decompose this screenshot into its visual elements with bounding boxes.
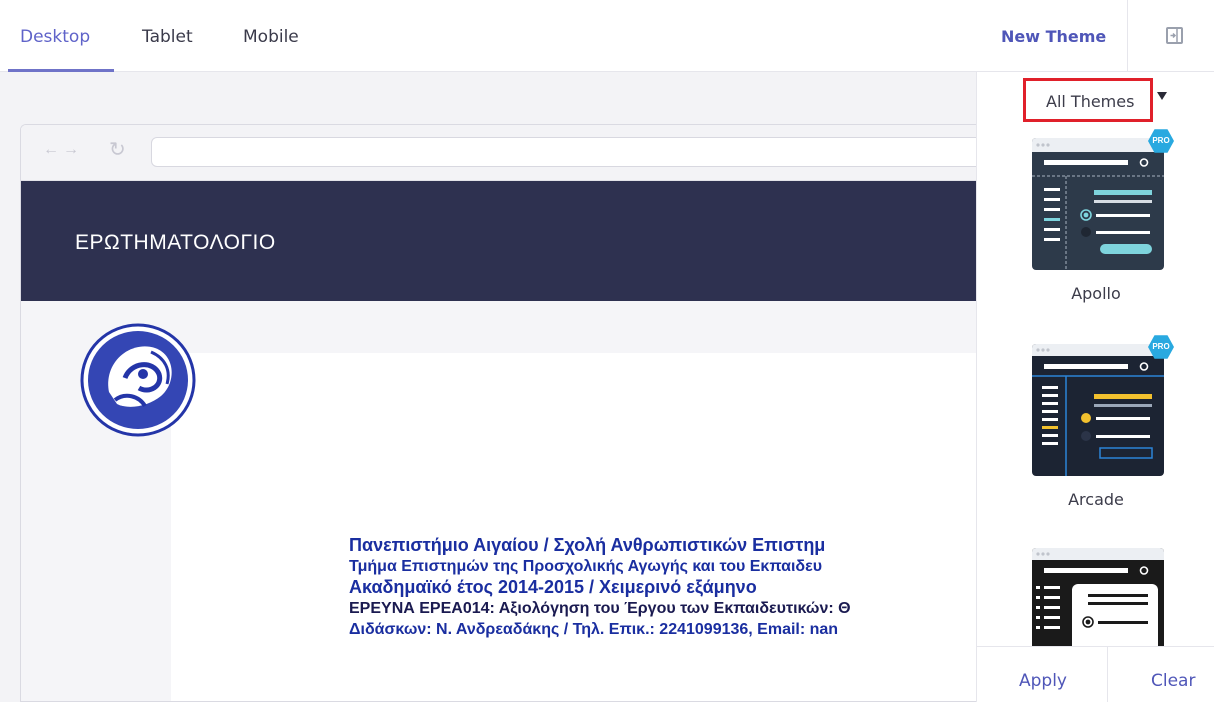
apply-button[interactable]: Apply (1019, 671, 1067, 691)
tab-tablet[interactable]: Tablet (142, 27, 193, 47)
panel-collapse-icon[interactable] (1166, 27, 1183, 44)
forward-arrow-icon: → (63, 141, 83, 158)
document-line: Τμήμα Επιστημών της Προσχολικής Αγωγής κ… (349, 558, 823, 575)
theme-panel: All Themes PRO Apollo PRO Arcade Apply C… (976, 72, 1214, 702)
divider (1107, 647, 1108, 702)
form-title: ΕΡΩΤΗΜΑΤΟΛΟΓΙΟ (75, 231, 276, 254)
theme-name-apollo: Apollo (1071, 284, 1121, 303)
new-theme-button[interactable]: New Theme (1001, 27, 1106, 46)
browser-frame: ←→ ↻ ΕΡΩΤΗΜΑΤΟΛΟΓΙΟ Πανεπιστήμιο Αιγαίου… (20, 124, 976, 702)
url-bar (151, 137, 976, 167)
document-line: Ακαδημαϊκό έτος 2014-2015 / Χειμερινό εξ… (349, 577, 757, 597)
tab-desktop[interactable]: Desktop (20, 27, 90, 47)
theme-card-arcade[interactable] (1032, 344, 1164, 476)
reload-icon: ↻ (109, 139, 126, 161)
top-bar: Desktop Tablet Mobile New Theme (0, 0, 1214, 72)
theme-list[interactable]: PRO Apollo PRO Arcade (977, 128, 1214, 646)
back-arrow-icon: ← (43, 141, 63, 158)
document-line: Πανεπιστήμιο Αιγαίου / Σχολή Ανθρωπιστικ… (349, 535, 826, 555)
preview-area: ←→ ↻ ΕΡΩΤΗΜΑΤΟΛΟΓΙΟ Πανεπιστήμιο Αιγαίου… (0, 72, 976, 702)
document-text: Πανεπιστήμιο Αιγαίου / Σχολή Ανθρωπιστικ… (349, 535, 976, 640)
theme-editor: Desktop Tablet Mobile New Theme ←→ ↻ ΕΡΩ… (0, 0, 1214, 702)
document-line: ΕΡΕΥΝΑ ΕΡΕΑ014: Αξιολόγηση του Έργου των… (349, 600, 851, 617)
document-image (171, 353, 976, 701)
theme-card-3[interactable] (1032, 548, 1164, 646)
panel-footer: Apply Clear (977, 646, 1214, 702)
divider (1127, 0, 1128, 72)
clear-button[interactable]: Clear (1151, 671, 1195, 691)
university-seal-icon (80, 323, 196, 437)
theme-card-apollo[interactable] (1032, 138, 1164, 270)
form-header: ΕΡΩΤΗΜΑΤΟΛΟΓΙΟ (21, 181, 976, 301)
browser-toolbar: ←→ ↻ (21, 125, 976, 181)
document-line: Διδάσκων: Ν. Ανδρεαδάκης / Τηλ. Επικ.: 2… (349, 621, 839, 638)
tab-mobile[interactable]: Mobile (243, 27, 299, 47)
theme-name-arcade: Arcade (1068, 490, 1124, 509)
theme-filter-dropdown[interactable]: All Themes (1023, 78, 1153, 122)
caret-down-icon[interactable] (1157, 92, 1167, 100)
theme-filter-label: All Themes (1046, 92, 1135, 111)
